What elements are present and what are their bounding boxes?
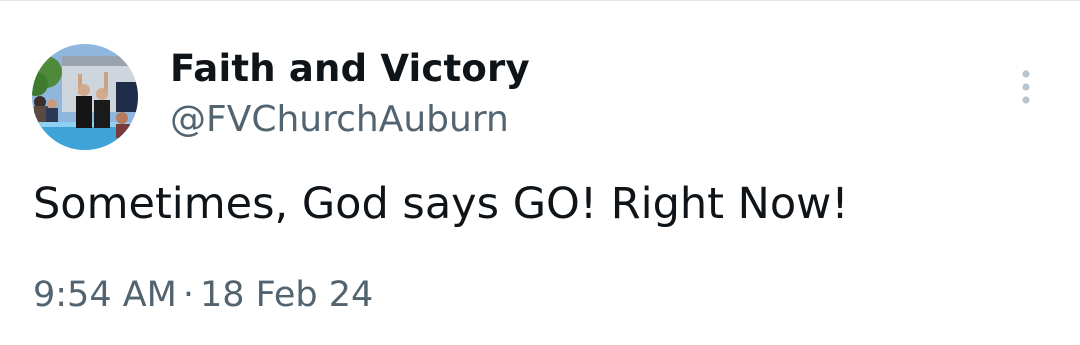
vertical-dots-icon xyxy=(1022,70,1030,104)
tweet-text: Sometimes, God says GO! Right Now! xyxy=(33,179,849,229)
tweet-date: 18 Feb 24 xyxy=(200,275,374,315)
author-handle[interactable]: @FVChurchAuburn xyxy=(170,99,509,140)
profile-avatar[interactable] xyxy=(32,44,138,150)
meta-separator: · xyxy=(182,275,195,315)
tweet-time: 9:54 AM xyxy=(33,275,177,315)
author-display-name[interactable]: Faith and Victory xyxy=(170,47,530,90)
more-options-button[interactable] xyxy=(1008,67,1044,107)
tweet-timestamp[interactable]: 9:54 AM · 18 Feb 24 xyxy=(33,275,373,315)
tweet-card: Faith and Victory @FVChurchAuburn Someti… xyxy=(0,0,1080,345)
avatar-photo xyxy=(32,44,138,150)
